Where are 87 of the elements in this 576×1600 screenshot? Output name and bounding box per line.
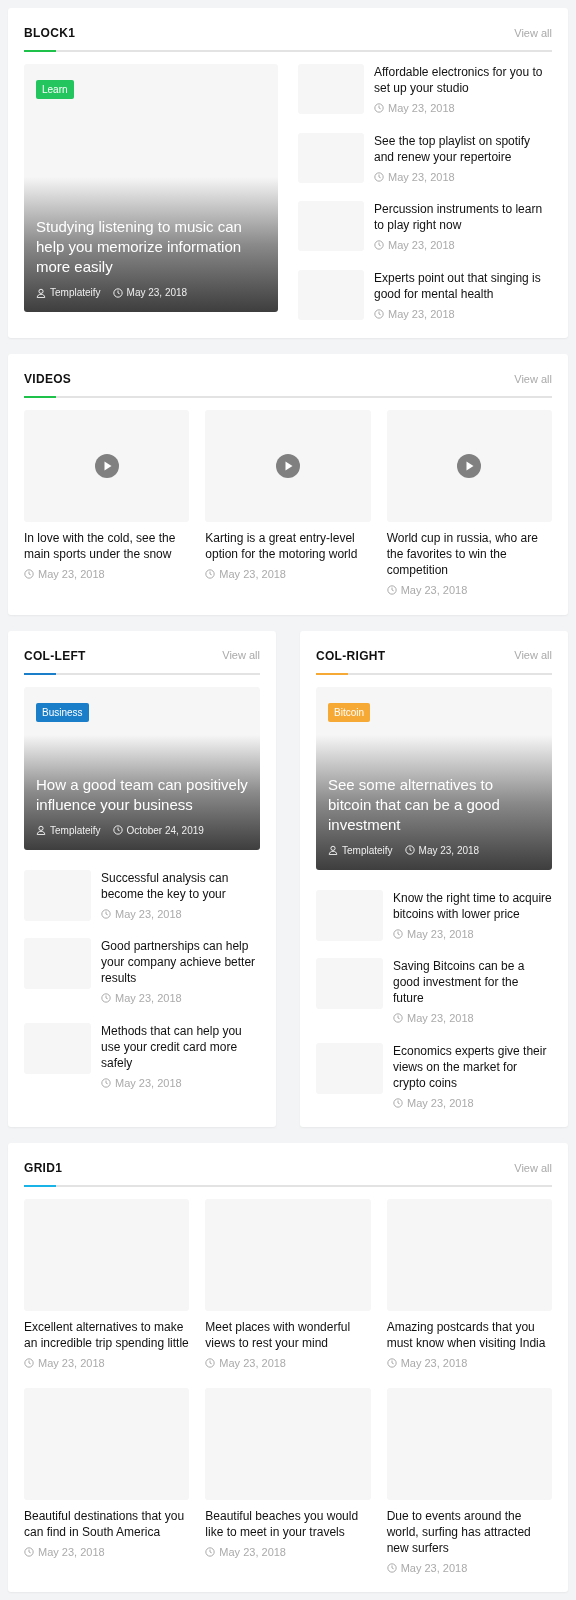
post-date: May 23, 2018: [400, 583, 468, 598]
featured-post-card[interactable]: Business How a good team can positively influence your business Templateify October 24, 2019: [24, 686, 260, 850]
post-date: May 23, 2018: [219, 567, 286, 582]
clock-icon: [374, 308, 384, 319]
post-author: Templateify: [342, 843, 393, 858]
clock-icon: [374, 240, 384, 251]
post-date: May 23, 2018: [115, 906, 182, 922]
clock-icon: [112, 287, 123, 298]
clock-icon: [101, 993, 111, 1004]
post-date: May 23, 2018: [418, 843, 480, 858]
clock-icon: [393, 928, 403, 939]
post-date: May 23, 2018: [400, 1560, 468, 1576]
clock-icon: [393, 1097, 403, 1108]
section-title: BLOCK1: [24, 25, 76, 42]
post-title[interactable]: Affordable electronics for you to set up your studio: [374, 64, 552, 96]
post-date: May 23, 2018: [388, 306, 455, 322]
post-date: May 23, 2018: [115, 1075, 182, 1091]
post-date: May 23, 2018: [126, 286, 188, 300]
post-title[interactable]: Excellent alternatives to make an incredible trip spending little: [24, 1319, 190, 1351]
post-title[interactable]: Methods that can help you use your credit card more safely: [101, 1022, 260, 1071]
post-title[interactable]: Due to events around the world, surfing has attracted new surfers: [386, 1507, 552, 1556]
post-date: May 23, 2018: [38, 1356, 105, 1371]
post-title[interactable]: Experts point out that singing is good for mental health: [374, 269, 552, 302]
post-date: May 23, 2018: [407, 1095, 474, 1111]
featured-post-title[interactable]: How a good team can positively influence your business: [36, 774, 248, 815]
clock-icon: [374, 103, 384, 114]
clock-icon: [386, 1562, 397, 1573]
play-icon[interactable]: [276, 454, 300, 478]
post-title[interactable]: Know the right time to acquire bitcoins with lower price: [393, 889, 552, 922]
post-title[interactable]: Beautiful beaches you would like to meet in your travels: [205, 1507, 371, 1540]
clock-icon: [404, 845, 415, 855]
clock-icon: [24, 569, 34, 580]
post-title[interactable]: In love with the cold, see the main sports under the snow: [24, 530, 190, 562]
post-date: May 23, 2018: [219, 1544, 286, 1560]
post-date: October 24, 2019: [126, 823, 204, 838]
section-title: COL-RIGHT: [316, 647, 386, 665]
post-title[interactable]: Successful analysis can become the key to your: [101, 869, 260, 902]
clock-icon: [205, 1546, 216, 1557]
post-title[interactable]: Beautiful destinations that you can find in South America: [24, 1507, 190, 1540]
category-tag[interactable]: Business: [36, 702, 89, 722]
post-date: May 23, 2018: [407, 1011, 474, 1026]
post-date: May 23, 2018: [407, 926, 474, 942]
clock-icon: [205, 1358, 216, 1369]
clock-icon: [386, 585, 397, 596]
post-date: May 23, 2018: [219, 1356, 286, 1371]
post-title[interactable]: Meet places with wonderful views to rest your mind: [205, 1319, 371, 1351]
featured-post-title[interactable]: Studying listening to music can help you memorize information more easily: [36, 217, 266, 277]
post-date: May 23, 2018: [38, 1544, 105, 1560]
post-author: Templateify: [50, 286, 101, 300]
clock-icon: [374, 171, 384, 182]
post-title[interactable]: Good partnerships can help your company achieve better results: [101, 938, 260, 986]
post-date: May 23, 2018: [388, 101, 455, 116]
post-title[interactable]: Amazing postcards that you must know when visiting India: [386, 1319, 552, 1351]
featured-post-title[interactable]: See some alternatives to bitcoin that can be a good investment: [328, 774, 540, 835]
post-author: Templateify: [50, 823, 101, 838]
featured-post-card[interactable]: Bitcoin See some alternatives to bitcoin that can be a good investment Templateify May 23, 2018: [316, 686, 552, 870]
clock-icon: [393, 1013, 403, 1024]
post-date: May 23, 2018: [388, 169, 455, 185]
user-icon: [36, 287, 46, 298]
video-thumbnail[interactable]: [24, 410, 190, 522]
post-date: May 23, 2018: [388, 238, 455, 253]
post-date: May 23, 2018: [400, 1356, 468, 1371]
post-date: May 23, 2018: [115, 991, 182, 1006]
featured-post-card[interactable]: Learn Studying listening to music can help you memorize information more easily Templateify May 23, 2018: [24, 64, 278, 312]
clock-icon: [205, 569, 216, 580]
section-title: COL-LEFT: [24, 647, 86, 665]
section-title: GRID1: [24, 1160, 63, 1177]
video-thumbnail[interactable]: [386, 410, 552, 522]
section-title: VIDEOS: [24, 371, 72, 388]
post-title[interactable]: World cup in russia, who are the favorites to win the competition: [386, 530, 552, 578]
clock-icon: [24, 1546, 34, 1557]
post-date: May 23, 2018: [38, 567, 105, 582]
user-icon: [328, 845, 338, 855]
post-title[interactable]: Karting is a great entry-level option for the motoring world: [205, 530, 371, 562]
post-title[interactable]: Economics experts give their views on the market for crypto coins: [393, 1042, 552, 1091]
clock-icon: [112, 825, 123, 835]
play-icon[interactable]: [94, 454, 119, 478]
post-title[interactable]: Saving Bitcoins can be a good investment for the future: [393, 958, 552, 1006]
clock-icon: [101, 908, 111, 919]
post-title[interactable]: Percussion instruments to learn to play right now: [374, 201, 552, 233]
clock-icon: [24, 1358, 34, 1369]
play-icon[interactable]: [457, 454, 482, 478]
clock-icon: [386, 1358, 397, 1369]
video-thumbnail[interactable]: [205, 410, 371, 522]
clock-icon: [101, 1077, 111, 1088]
post-title[interactable]: See the top playlist on spotify and renew your repertoire: [374, 132, 552, 165]
user-icon: [36, 825, 46, 835]
